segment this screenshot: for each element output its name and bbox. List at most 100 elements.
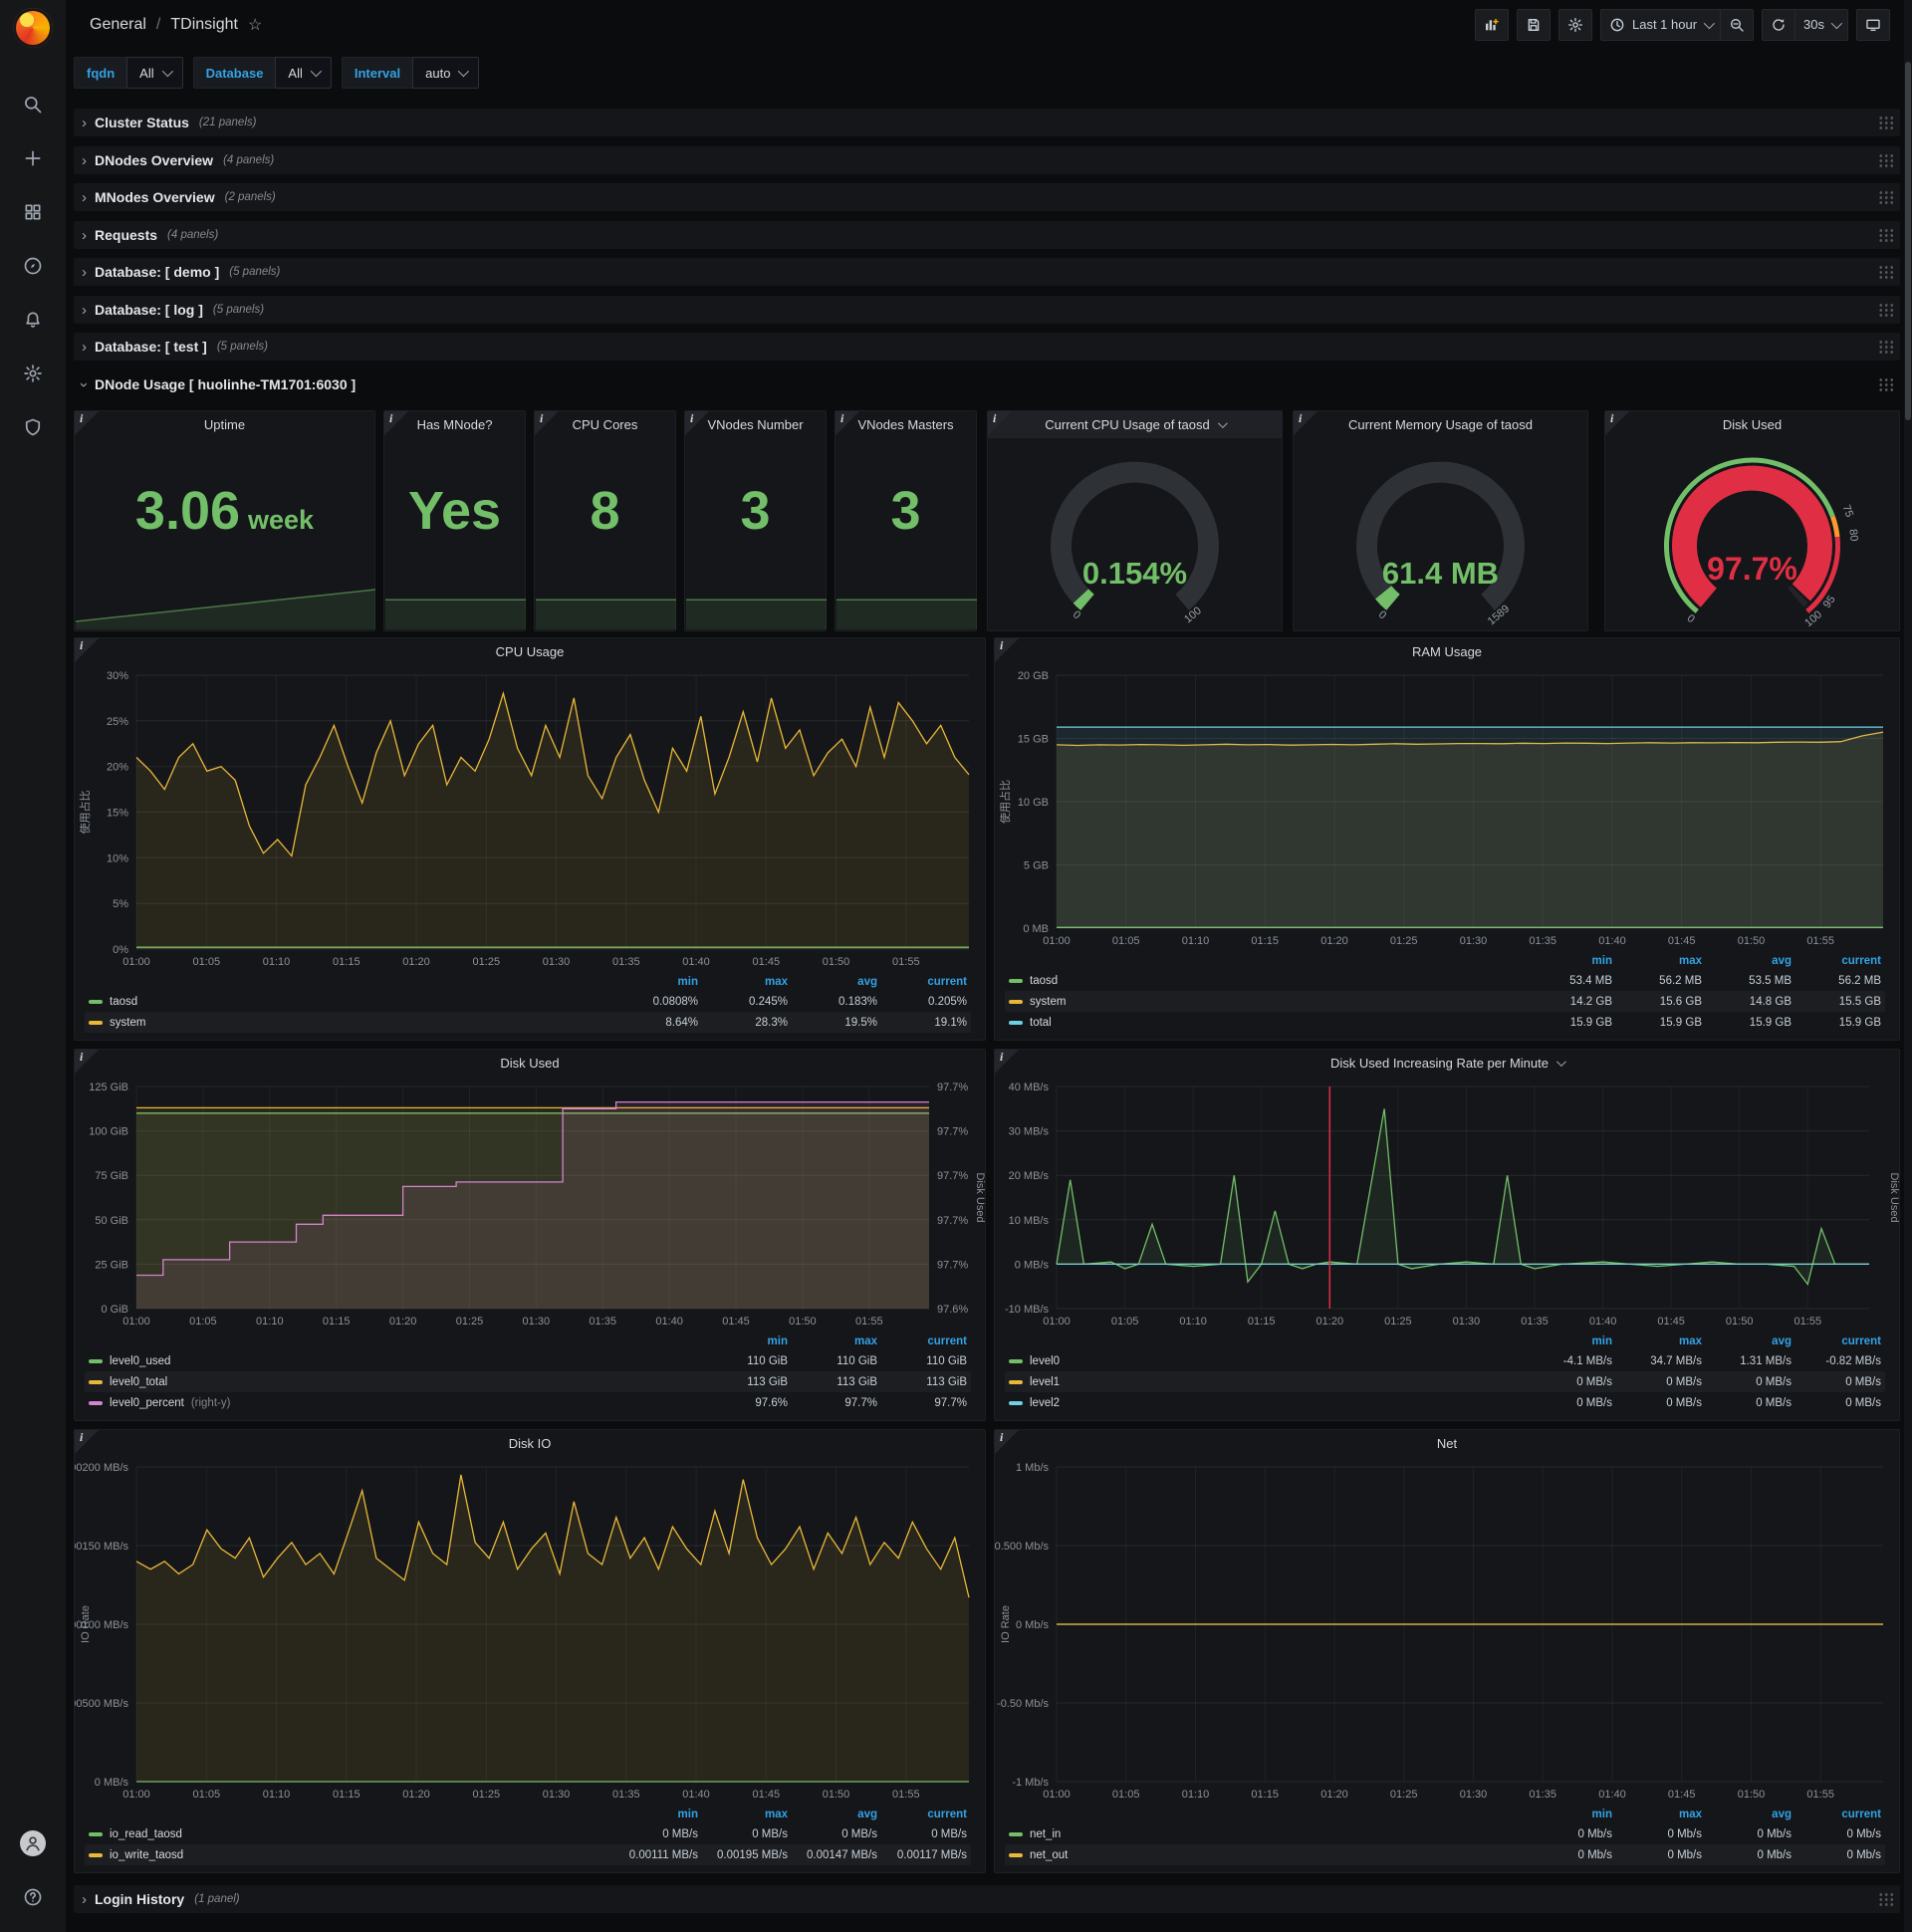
sidebar-item-shield[interactable] xyxy=(0,400,66,454)
legend-stat-header[interactable]: min xyxy=(608,976,698,988)
row-database-log[interactable]: › Database: [ log ] (5 panels) xyxy=(74,296,1900,324)
legend-series-name[interactable]: level1 xyxy=(1009,1376,1523,1388)
legend-series-name[interactable]: io_write_taosd xyxy=(89,1849,608,1861)
panel-header-vnodes-masters[interactable]: i VNodes Masters xyxy=(836,411,976,438)
legend-stat-header[interactable]: min xyxy=(608,1809,698,1820)
row-drag-handle[interactable] xyxy=(1878,340,1894,354)
row-drag-handle[interactable] xyxy=(1878,377,1894,391)
chart-plot-area[interactable]: -10 MB/s 0 MB/s 10 MB/s 20 MB/s 30 MB/s 40 MB… xyxy=(995,1077,1899,1330)
panel-info-icon[interactable]: i xyxy=(75,638,99,662)
row-drag-handle[interactable] xyxy=(1878,116,1894,129)
panel-info-icon[interactable]: i xyxy=(685,411,709,435)
panel-header-cpu-usage[interactable]: i CPU Usage xyxy=(75,638,985,665)
legend-series-name[interactable]: total xyxy=(1009,1017,1523,1029)
scrollbar-thumb[interactable] xyxy=(1905,62,1911,420)
legend-stat-header[interactable]: current xyxy=(877,976,967,988)
legend-stat-header[interactable]: max xyxy=(1612,955,1702,967)
sidebar-item-avatar[interactable] xyxy=(0,1816,66,1870)
panel-info-icon[interactable]: i xyxy=(75,411,99,435)
legend-stat-header[interactable]: avg xyxy=(788,976,877,988)
legend-stat-header[interactable]: min xyxy=(698,1335,788,1347)
legend-stat-header[interactable]: current xyxy=(1792,1809,1881,1820)
legend-stat-header[interactable]: min xyxy=(1523,1809,1612,1820)
legend-series-name[interactable]: level0_used xyxy=(89,1355,698,1367)
legend-stat-header[interactable]: max xyxy=(788,1335,877,1347)
panel-info-icon[interactable]: i xyxy=(1605,411,1629,435)
legend-stat-header[interactable]: current xyxy=(1792,1335,1881,1347)
panel-header-current-cpu-usage-of-taosd[interactable]: i Current CPU Usage of taosd xyxy=(988,411,1282,438)
legend-series-name[interactable]: level2 xyxy=(1009,1397,1523,1409)
legend-stat-header[interactable]: current xyxy=(877,1335,967,1347)
row-dnodes-overview[interactable]: › DNodes Overview (4 panels) xyxy=(74,146,1900,174)
row-dnode-usage-huolinhe-tm1701-6030[interactable]: › DNode Usage [ huolinhe-TM1701:6030 ] xyxy=(74,370,1900,398)
row-drag-handle[interactable] xyxy=(1878,265,1894,279)
row-drag-handle[interactable] xyxy=(1878,190,1894,204)
legend-series-name[interactable]: system xyxy=(1009,996,1523,1008)
panel-info-icon[interactable]: i xyxy=(535,411,559,435)
legend-series-name[interactable]: level0_total xyxy=(89,1376,698,1388)
panel-header-disk-used-increasing-rate-per-minute[interactable]: i Disk Used Increasing Rate per Minute xyxy=(995,1050,1899,1077)
legend-series-name[interactable]: level0_percent (right-y) xyxy=(89,1397,698,1409)
chart-plot-area[interactable]: 0 MB 5 GB 10 GB 15 GB 20 GB 01:00 01:05 01:10 01… xyxy=(995,665,1899,950)
legend-stat-header[interactable]: avg xyxy=(1702,955,1792,967)
panel-info-icon[interactable]: i xyxy=(75,1050,99,1074)
legend-series-name[interactable]: system xyxy=(89,1017,608,1029)
legend-series-name[interactable]: taosd xyxy=(89,996,608,1008)
legend-stat-header[interactable]: min xyxy=(1523,1335,1612,1347)
chart-plot-area[interactable]: 0 MB/s0.000500 MB/s0.00100 MB/s0.00150 M… xyxy=(75,1457,985,1804)
panel-header-ram-usage[interactable]: i RAM Usage xyxy=(995,638,1899,665)
grafana-logo-icon[interactable] xyxy=(13,8,53,48)
panel-header-disk-io[interactable]: i Disk IO xyxy=(75,1430,985,1457)
legend-stat-header[interactable]: max xyxy=(698,976,788,988)
panel-info-icon[interactable]: i xyxy=(836,411,859,435)
legend-stat-header[interactable]: current xyxy=(1792,955,1881,967)
panel-header-vnodes-number[interactable]: i VNodes Number xyxy=(685,411,826,438)
sidebar-item-plus[interactable] xyxy=(0,131,66,185)
panel-info-icon[interactable]: i xyxy=(384,411,408,435)
sidebar-item-search[interactable] xyxy=(0,78,66,131)
legend-stat-header[interactable]: avg xyxy=(1702,1809,1792,1820)
sidebar-item-alerting[interactable] xyxy=(0,293,66,347)
row-database-demo[interactable]: › Database: [ demo ] (5 panels) xyxy=(74,258,1900,286)
panel-header-disk-used[interactable]: i Disk Used xyxy=(1605,411,1899,438)
sidebar-item-dashboards[interactable] xyxy=(0,185,66,239)
legend-stat-header[interactable]: max xyxy=(1612,1335,1702,1347)
panel-header-has-mnode[interactable]: i Has MNode? xyxy=(384,411,525,438)
row-drag-handle[interactable] xyxy=(1878,228,1894,242)
legend-series-name[interactable]: net_in xyxy=(1009,1828,1523,1840)
panel-header-cpu-cores[interactable]: i CPU Cores xyxy=(535,411,675,438)
row-database-test[interactable]: › Database: [ test ] (5 panels) xyxy=(74,333,1900,361)
legend-series-name[interactable]: level0 xyxy=(1009,1355,1523,1367)
row-drag-handle[interactable] xyxy=(1878,1892,1894,1906)
row-login-history[interactable]: › Login History (1 panel) xyxy=(74,1885,1900,1913)
row-cluster-status[interactable]: › Cluster Status (21 panels) xyxy=(74,109,1900,136)
sidebar-item-explore[interactable] xyxy=(0,239,66,293)
legend-stat-header[interactable]: min xyxy=(1523,955,1612,967)
chart-plot-area[interactable]: -1 Mb/s -0.50 Mb/s 0 Mb/s 0.500 Mb/s 1 Mb/s 0… xyxy=(995,1457,1899,1804)
legend-series-name[interactable]: io_read_taosd xyxy=(89,1828,608,1840)
panel-info-icon[interactable]: i xyxy=(1294,411,1317,435)
chart-plot-area[interactable]: 0% 5% 10% 15% 20% 25% 30% 01:00 01:05 01:10 01:15 0… xyxy=(75,665,985,971)
panel-header-current-memory-usage-of-taosd[interactable]: i Current Memory Usage of taosd xyxy=(1294,411,1587,438)
panel-info-icon[interactable]: i xyxy=(995,638,1019,662)
panel-header-uptime[interactable]: i Uptime xyxy=(75,411,374,438)
legend-series-name[interactable]: net_out xyxy=(1009,1849,1523,1861)
row-drag-handle[interactable] xyxy=(1878,303,1894,317)
panel-info-icon[interactable]: i xyxy=(995,1050,1019,1074)
page-scrollbar[interactable] xyxy=(1904,0,1912,1932)
row-requests[interactable]: › Requests (4 panels) xyxy=(74,221,1900,249)
legend-stat-header[interactable]: avg xyxy=(788,1809,877,1820)
legend-stat-header[interactable]: max xyxy=(1612,1809,1702,1820)
chart-plot-area[interactable]: 0 GiB 97.6% 25 GiB 97.7% 50 GiB 97.7% 75 GiB 97… xyxy=(75,1077,985,1330)
panel-header-disk-used[interactable]: i Disk Used xyxy=(75,1050,985,1077)
panel-info-icon[interactable]: i xyxy=(75,1430,99,1454)
panel-header-net[interactable]: i Net xyxy=(995,1430,1899,1457)
row-drag-handle[interactable] xyxy=(1878,153,1894,167)
sidebar-item-help[interactable] xyxy=(0,1870,66,1924)
sidebar-item-configuration[interactable] xyxy=(0,347,66,400)
panel-info-icon[interactable]: i xyxy=(988,411,1012,435)
legend-stat-header[interactable]: avg xyxy=(1702,1335,1792,1347)
legend-series-name[interactable]: taosd xyxy=(1009,975,1523,987)
row-mnodes-overview[interactable]: › MNodes Overview (2 panels) xyxy=(74,183,1900,211)
panel-info-icon[interactable]: i xyxy=(995,1430,1019,1454)
